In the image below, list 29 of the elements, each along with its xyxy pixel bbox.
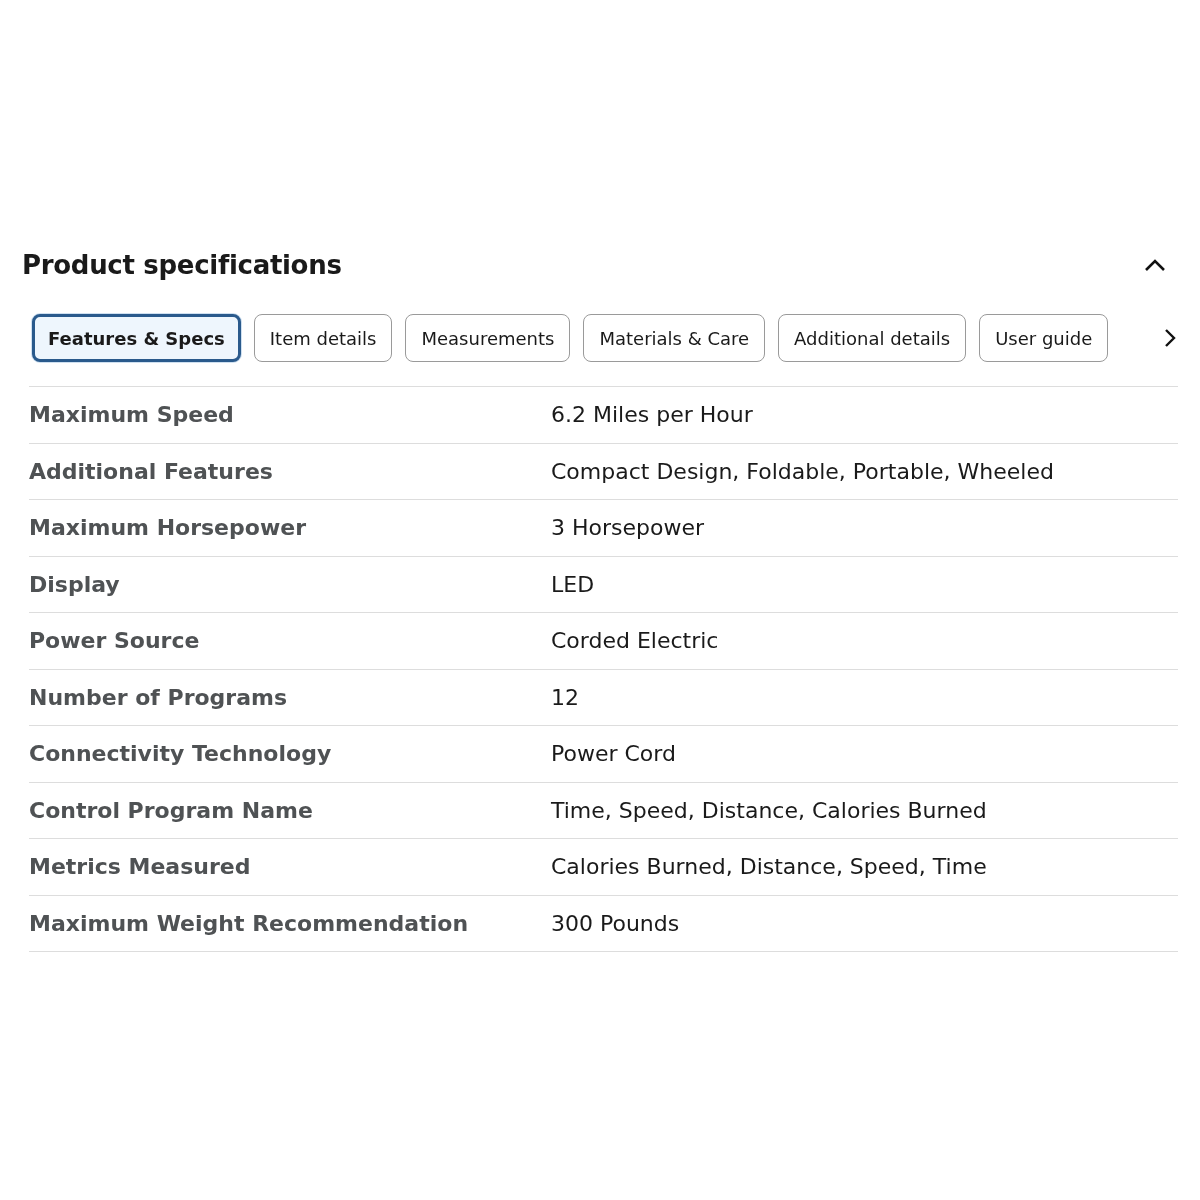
spec-name: Power Source bbox=[29, 628, 201, 654]
tab[interactable]: Features & Specs bbox=[32, 314, 241, 362]
spec-name: Additional Features bbox=[29, 458, 274, 484]
spec-value: 300 Pounds bbox=[551, 910, 680, 936]
tab[interactable]: User guide bbox=[979, 314, 1109, 362]
spec-value: Corded Electric bbox=[551, 628, 719, 654]
spec-value: Power Cord bbox=[551, 741, 676, 767]
tab[interactable]: Additional details bbox=[778, 314, 967, 362]
spec-value: 12 bbox=[551, 684, 579, 710]
tab[interactable]: Materials & Care bbox=[583, 314, 766, 362]
spec-value: Compact Design, Foldable, Portable, Wheeled bbox=[551, 458, 1054, 484]
spec-name: Maximum Weight Recommendation bbox=[29, 910, 470, 936]
spec-name: Maximum Horsepower bbox=[29, 515, 307, 541]
tab[interactable]: Item details bbox=[253, 314, 393, 362]
spec-name: Connectivity Technology bbox=[29, 741, 333, 767]
spec-name: Display bbox=[29, 571, 121, 597]
spec-name: Metrics Measured bbox=[29, 854, 252, 880]
spec-name: Maximum Speed bbox=[29, 402, 235, 428]
spec-value: 3 Horsepower bbox=[551, 515, 705, 541]
chevron-right-icon[interactable] bbox=[1164, 328, 1176, 348]
spec-value: 6.2 Miles per Hour bbox=[551, 402, 753, 428]
spec-value: Calories Burned, Distance, Speed, Time bbox=[551, 854, 987, 880]
spec-name: Control Program Name bbox=[29, 797, 314, 823]
spec-name: Number of Programs bbox=[29, 684, 289, 710]
chevron-up-icon bbox=[1144, 258, 1166, 272]
spec-value: LED bbox=[551, 571, 595, 597]
tab[interactable]: Measurements bbox=[405, 314, 571, 362]
section-title: Product specifications bbox=[22, 250, 342, 280]
spec-value: Time, Speed, Distance, Calories Burned bbox=[551, 797, 987, 823]
